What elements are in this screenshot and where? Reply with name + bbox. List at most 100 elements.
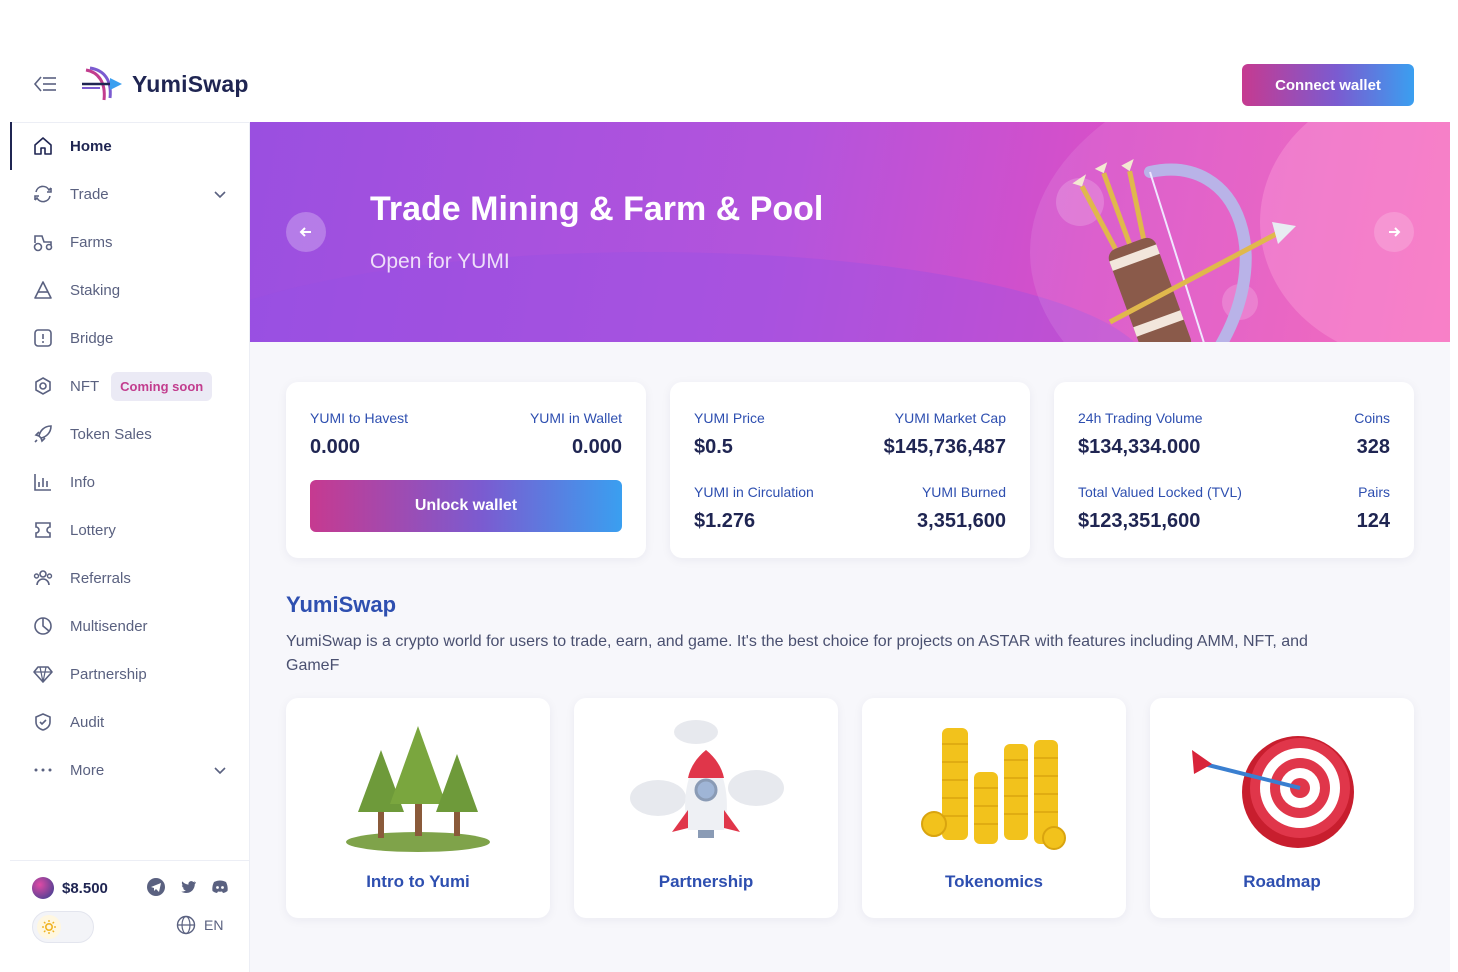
wallet-label: YUMI in Wallet <box>529 410 622 426</box>
banner-subtitle: Open for YUMI <box>370 250 510 273</box>
tvl-value: $123,351,600 <box>1078 510 1201 532</box>
pie-icon <box>32 615 54 637</box>
home-icon <box>32 135 54 157</box>
globe-icon <box>176 915 196 935</box>
hero-banner: Trade Mining & Farm & Pool Open for YUMI <box>250 122 1450 342</box>
shield-icon <box>32 711 54 733</box>
trees-illustration <box>346 726 490 852</box>
chart-icon <box>32 471 54 493</box>
menu-collapse-icon[interactable] <box>32 72 58 96</box>
bow-and-arrow-illustration <box>1056 158 1296 342</box>
theme-toggle[interactable] <box>32 911 94 943</box>
banner-next-button[interactable] <box>1374 212 1414 252</box>
sidebar-item-farms[interactable]: Farms <box>10 218 249 266</box>
market-cap-label: YUMI Market Cap <box>894 410 1006 426</box>
about-description: YumiSwap is a crypto world for users to … <box>286 633 1308 674</box>
nft-icon <box>32 375 54 397</box>
feature-card-tokenomics[interactable]: Tokenomics <box>862 698 1126 918</box>
sidebar-item-more[interactable]: More <box>10 746 249 794</box>
sidebar-item-label: Lottery <box>70 521 116 539</box>
sidebar-item-home[interactable]: Home <box>10 122 249 170</box>
sidebar-item-label: Audit <box>70 713 105 731</box>
sidebar-item-token-sales[interactable]: Token Sales <box>10 410 249 458</box>
sidebar-item-label: Home <box>70 137 112 155</box>
sidebar-nav: Home Trade Farms Staking Bridge NFT Comi… <box>10 122 249 794</box>
sidebar-item-label: Multisender <box>70 617 148 635</box>
social-links <box>146 877 230 897</box>
burned-value: 3,351,600 <box>917 510 1006 532</box>
wallet-stats-card: YUMI to Havest 0.000 YUMI in Wallet 0.00… <box>286 382 646 558</box>
volume-label: 24h Trading Volume <box>1078 410 1203 426</box>
sidebar-item-multisender[interactable]: Multisender <box>10 602 249 650</box>
sun-icon <box>37 915 61 939</box>
logo-mark-icon <box>82 66 122 101</box>
harvest-value: 0.000 <box>310 436 361 458</box>
sidebar-item-label: Info <box>70 473 96 491</box>
token-logo-icon <box>32 877 54 899</box>
wallet-value: 0.000 <box>571 436 622 458</box>
sidebar-footer: $8.500 EN <box>10 860 250 972</box>
language-selector[interactable]: EN <box>176 915 223 935</box>
token-price-value: $8.500 <box>62 879 108 897</box>
banner-prev-button[interactable] <box>286 212 326 252</box>
chevron-down-icon[interactable] <box>213 187 227 201</box>
feature-card-intro[interactable]: Intro to Yumi <box>286 698 550 918</box>
chevron-down-icon[interactable] <box>213 763 227 777</box>
sidebar-item-label: NFT <box>70 377 100 395</box>
burned-label: YUMI Burned <box>921 484 1006 500</box>
rocket-icon <box>32 423 54 445</box>
sidebar-item-bridge[interactable]: Bridge <box>10 314 249 362</box>
twitter-icon[interactable] <box>178 877 198 897</box>
circulation-label: YUMI in Circulation <box>694 484 814 500</box>
volume-value: $134,334.000 <box>1078 436 1201 458</box>
telegram-icon[interactable] <box>146 877 166 897</box>
main-content: Trade Mining & Farm & Pool Open for YUMI <box>250 122 1450 972</box>
logo[interactable]: YumiSwap <box>80 64 249 104</box>
coins-label: Coins <box>1354 410 1390 426</box>
token-stats-card: YUMI Price $0.5 YUMI Market Cap $145,736… <box>670 382 1030 558</box>
connect-wallet-button[interactable]: Connect wallet <box>1242 64 1414 106</box>
bridge-icon <box>32 327 54 349</box>
discord-icon[interactable] <box>210 877 230 897</box>
rocket-illustration <box>630 720 784 838</box>
sidebar-item-trade[interactable]: Trade <box>10 170 249 218</box>
sidebar-item-info[interactable]: Info <box>10 458 249 506</box>
ticket-icon <box>32 519 54 541</box>
sidebar-item-label: More <box>70 761 105 779</box>
sidebar-item-nft[interactable]: NFT Coming soon <box>10 362 249 410</box>
market-stats-card: 24h Trading Volume $134,334.000 Coins 32… <box>1054 382 1414 558</box>
sidebar-item-audit[interactable]: Audit <box>10 698 249 746</box>
price-value: $0.5 <box>694 436 733 458</box>
unlock-wallet-button[interactable]: Unlock wallet <box>310 480 622 532</box>
sidebar-item-label: Farms <box>70 233 113 251</box>
target-illustration <box>1192 736 1354 848</box>
trade-icon <box>32 183 54 205</box>
sidebar-item-lottery[interactable]: Lottery <box>10 506 249 554</box>
users-icon <box>32 567 54 589</box>
pairs-value: 124 <box>1356 510 1390 532</box>
price-label: YUMI Price <box>694 410 765 426</box>
app-root: YumiSwap Connect wallet Home Trade Farms… <box>0 0 1458 972</box>
coins-illustration <box>921 728 1066 850</box>
feature-card-roadmap[interactable]: Roadmap <box>1150 698 1414 918</box>
pairs-label: Pairs <box>1358 484 1390 500</box>
about-title: YumiSwap <box>286 592 397 617</box>
feature-card-partnership[interactable]: Partnership <box>574 698 838 918</box>
sidebar-item-label: Bridge <box>70 329 114 347</box>
more-dots-icon <box>32 759 54 781</box>
staking-icon <box>32 279 54 301</box>
sidebar-item-label: Staking <box>70 281 121 299</box>
arrow-right-icon <box>1389 227 1401 237</box>
token-price: $8.500 <box>32 877 108 899</box>
coins-value: 328 <box>1356 436 1390 458</box>
sidebar-item-label: Trade <box>70 185 109 203</box>
sidebar: Home Trade Farms Staking Bridge NFT Comi… <box>10 122 250 972</box>
sidebar-item-partnership[interactable]: Partnership <box>10 650 249 698</box>
coming-soon-badge: Coming soon <box>111 371 213 401</box>
arrow-left-icon <box>299 227 311 237</box>
sidebar-item-label: Token Sales <box>70 425 152 443</box>
sidebar-item-staking[interactable]: Staking <box>10 266 249 314</box>
sidebar-item-referrals[interactable]: Referrals <box>10 554 249 602</box>
banner-title: Trade Mining & Farm & Pool <box>370 190 824 228</box>
diamond-icon <box>32 663 54 685</box>
